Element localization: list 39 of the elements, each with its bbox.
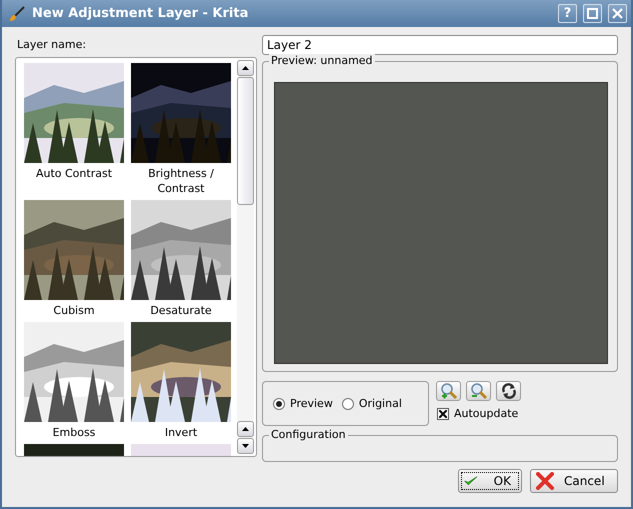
refresh-button[interactable]	[496, 381, 521, 401]
filter-label[interactable]: Brightness / Contrast	[129, 166, 233, 196]
cancel-button[interactable]: Cancel	[530, 469, 618, 493]
scroll-down-button[interactable]	[237, 438, 254, 454]
radio-option[interactable]: Original	[342, 397, 402, 410]
filter-label[interactable]: Emboss	[22, 425, 126, 440]
maximize-button[interactable]	[583, 4, 602, 23]
up-arrow-icon	[242, 66, 249, 70]
up-arrow-icon	[242, 427, 249, 431]
filter-label[interactable]: Cubism	[22, 303, 126, 318]
group-title: Configuration	[269, 428, 348, 442]
checkbox[interactable]	[437, 408, 449, 420]
filter-label[interactable]: Invert	[129, 425, 233, 440]
down-arrow-icon	[242, 444, 249, 448]
scroll-up-button[interactable]	[237, 60, 254, 76]
autoupdate-checkbox[interactable]: Autoupdate	[436, 407, 521, 420]
filter-label[interactable]: Desaturate	[129, 303, 233, 318]
radio-circle[interactable]	[342, 398, 354, 410]
ok-button[interactable]: OK	[458, 469, 522, 493]
close-icon	[536, 472, 554, 490]
scroll-up-button[interactable]	[237, 421, 254, 437]
close-button[interactable]	[608, 4, 627, 23]
layer-name-field[interactable]: Layer 2	[262, 35, 618, 55]
scrollbar[interactable]	[237, 60, 254, 454]
checkbox-label: Autoupdate	[454, 407, 518, 420]
zoom-out-button[interactable]	[466, 381, 491, 401]
filter-list[interactable]: Auto Contrast Brightness / Contrast Cubism Desaturate Emboss Invert	[15, 57, 257, 457]
radio-circle[interactable]	[273, 398, 285, 410]
radio-option[interactable]: Preview	[273, 397, 333, 410]
scroll-thumb[interactable]	[237, 77, 254, 205]
maximize-icon	[587, 8, 598, 19]
window-title: New Adjustment Layer - Krita	[32, 6, 250, 21]
close-icon	[612, 8, 623, 19]
layer-name-label: Layer name:	[16, 37, 88, 51]
radio-label: Original	[358, 397, 402, 410]
brush-icon	[8, 4, 26, 22]
zoom-in-button[interactable]	[436, 381, 461, 401]
filter-label[interactable]: Auto Contrast	[22, 166, 126, 181]
radio-label: Preview	[290, 397, 333, 410]
